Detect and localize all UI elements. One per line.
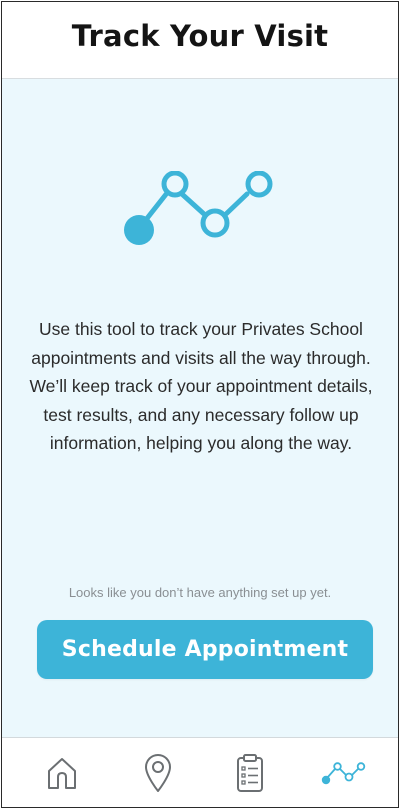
schedule-appointment-button[interactable]: Schedule Appointment	[37, 620, 373, 679]
home-icon	[48, 758, 76, 789]
tab-checklist[interactable]	[220, 748, 280, 798]
tracking-path-icon	[124, 171, 273, 245]
clipboard-list-icon	[237, 754, 263, 792]
tab-locations[interactable]	[128, 748, 188, 798]
location-pin-icon	[145, 754, 171, 792]
page-title: Track Your Visit	[71, 19, 329, 53]
main-content: Use this tool to track your Privates Sch…	[2, 79, 398, 737]
tracking-path-icon	[321, 762, 366, 785]
intro-description: Use this tool to track your Privates Sch…	[29, 319, 373, 453]
tab-track-visit[interactable]	[314, 748, 374, 798]
header: Track Your Visit	[2, 2, 398, 79]
bottom-tab-bar	[2, 737, 398, 807]
app-screen: Track Your Visit Use this tool to track …	[1, 1, 399, 808]
empty-state-message: Looks like you don’t have anything set u…	[68, 585, 332, 600]
tab-home[interactable]	[32, 748, 92, 798]
